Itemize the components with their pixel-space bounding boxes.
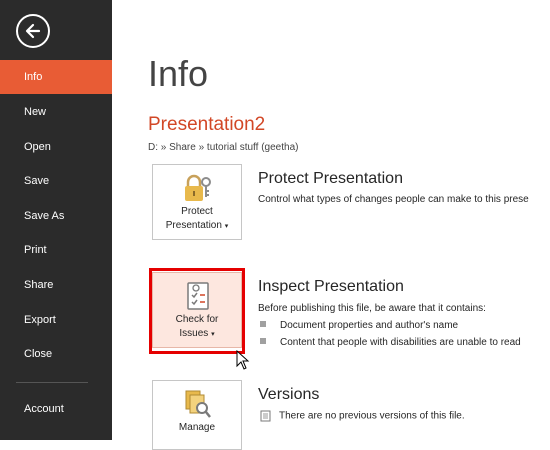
bullet-square-icon — [260, 338, 266, 345]
sidebar-item-info[interactable]: Info — [0, 60, 112, 94]
back-arrow-icon — [25, 23, 41, 39]
document-icon — [260, 410, 271, 422]
page-title: Info — [148, 53, 209, 94]
versions-info: There are no previous versions of this f… — [260, 410, 465, 422]
manage-versions-label: Manage — [178, 422, 216, 433]
sidebar-item-export[interactable]: Export — [0, 303, 112, 337]
protect-section-title: Protect Presentation — [258, 170, 403, 187]
protect-section-description: Control what types of changes people can… — [258, 194, 529, 205]
back-button[interactable] — [16, 14, 50, 48]
backstage-sidebar: Info New Open Save Save As Print Share E… — [0, 0, 112, 440]
inspect-section-description: Before publishing this file, be aware th… — [258, 303, 486, 314]
list-item: Document properties and author's name — [260, 320, 458, 331]
highlight-outline — [149, 268, 245, 354]
mouse-cursor-icon — [236, 350, 250, 370]
sidebar-item-save-as[interactable]: Save As — [0, 199, 112, 233]
sidebar-item-new[interactable]: New — [0, 95, 112, 129]
sidebar-item-save[interactable]: Save — [0, 164, 112, 198]
document-search-icon — [185, 390, 211, 418]
sidebar-item-close[interactable]: Close — [0, 337, 112, 371]
sidebar-item-account[interactable]: Account — [0, 392, 112, 426]
sidebar-item-share[interactable]: Share — [0, 268, 112, 302]
document-path[interactable]: D: » Share » tutorial stuff (geetha) — [148, 142, 298, 153]
sidebar-item-print[interactable]: Print — [0, 233, 112, 267]
document-name: Presentation2 — [148, 114, 266, 135]
versions-section-title: Versions — [258, 386, 320, 403]
list-item: Content that people with disabilities ar… — [260, 337, 521, 348]
sidebar-divider — [16, 382, 88, 383]
protect-presentation-button[interactable]: Protect Presentation ▾ — [152, 164, 242, 240]
inspect-section-title: Inspect Presentation — [258, 278, 404, 295]
lock-key-icon — [185, 174, 211, 201]
bullet-square-icon — [260, 321, 266, 328]
sidebar-item-open[interactable]: Open — [0, 130, 112, 164]
protect-presentation-label: Protect Presentation ▾ — [165, 206, 229, 231]
info-panel: Info Presentation2 D: » Share » tutorial… — [112, 0, 550, 450]
